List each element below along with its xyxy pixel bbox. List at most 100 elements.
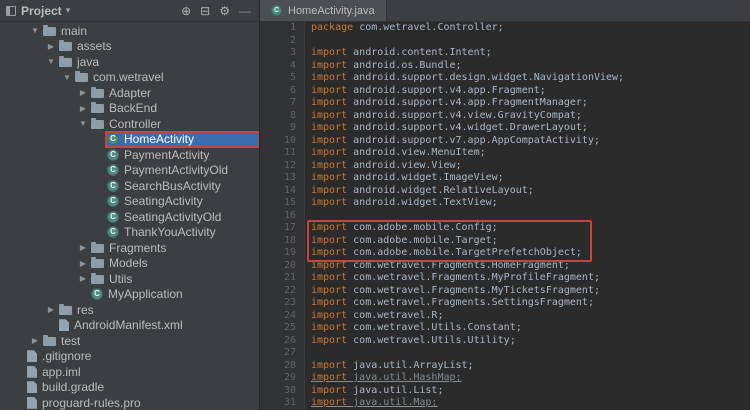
class-icon: C xyxy=(107,149,119,161)
class-icon: C xyxy=(107,226,119,238)
code-text: import java.util.Map; xyxy=(305,397,437,410)
code-line-15[interactable]: 15import android.widget.TextView; xyxy=(260,197,750,210)
chevron-collapsed-icon[interactable]: ▶ xyxy=(76,88,90,97)
code-line-13[interactable]: 13import android.widget.ImageView; xyxy=(260,172,750,185)
code-line-2[interactable]: 2 xyxy=(260,35,750,48)
code-line-19[interactable]: 19import com.adobe.mobile.TargetPrefetch… xyxy=(260,247,750,260)
tree-item-searchbusactivity[interactable]: CSearchBusActivity xyxy=(0,178,259,194)
tree-item-res[interactable]: ▶res xyxy=(0,302,259,318)
chevron-collapsed-icon[interactable]: ▶ xyxy=(76,274,90,283)
code-line-9[interactable]: 9import android.support.v4.widget.Drawer… xyxy=(260,122,750,135)
project-panel: Project ▾ ⊕⊟⚙— ▼main▶assets▼java▼com.wet… xyxy=(0,0,260,410)
tree-item-fragments[interactable]: ▶Fragments xyxy=(0,240,259,256)
tree-item-homeactivity[interactable]: CHomeActivity xyxy=(0,132,259,148)
tree-item-paymentactivity[interactable]: C PaymentActivity xyxy=(0,147,259,163)
tree-item-body: C PaymentActivity xyxy=(106,147,259,163)
tree-item-proguard-rules-pro[interactable]: proguard-rules.pro xyxy=(0,395,259,410)
tree-item-label: Controller xyxy=(109,117,161,131)
tree-item-seatingactivity[interactable]: CSeatingActivity xyxy=(0,194,259,210)
tree-item-label: Models xyxy=(109,256,148,270)
tree-item-test[interactable]: ▶test xyxy=(0,333,259,349)
code-line-25[interactable]: 25import com.wetravel.Utils.Constant; xyxy=(260,322,750,335)
chevron-collapsed-icon[interactable]: ▶ xyxy=(76,259,90,268)
tree-item-label: PaymentActivity xyxy=(124,148,209,162)
line-number: 19 xyxy=(260,247,305,260)
code-line-23[interactable]: 23import com.wetravel.Fragments.Settings… xyxy=(260,297,750,310)
code-text: import android.support.v7.app.AppCompatA… xyxy=(305,135,600,148)
tree-item-backend[interactable]: ▶BackEnd xyxy=(0,101,259,117)
code-editor[interactable]: 1package com.wetravel.Controller;23impor… xyxy=(260,22,750,410)
locate-file-icon[interactable]: ⊕ xyxy=(181,5,191,17)
chevron-expanded-icon[interactable]: ▼ xyxy=(76,119,90,128)
tree-item-java[interactable]: ▼ java xyxy=(0,54,259,70)
tree-item-app-iml[interactable]: app.iml xyxy=(0,364,259,380)
code-line-12[interactable]: 12import android.view.View; xyxy=(260,160,750,173)
code-line-8[interactable]: 8import android.support.v4.view.GravityC… xyxy=(260,110,750,123)
settings-icon[interactable]: ⚙ xyxy=(219,5,230,17)
code-line-28[interactable]: 28import java.util.ArrayList; xyxy=(260,360,750,373)
tree-item-label: assets xyxy=(77,39,112,53)
tree-item-myapplication[interactable]: CMyApplication xyxy=(0,287,259,303)
chevron-expanded-icon[interactable]: ▼ xyxy=(60,73,74,82)
tree-item-body: test xyxy=(42,333,259,349)
code-line-7[interactable]: 7import android.support.v4.app.FragmentM… xyxy=(260,97,750,110)
code-line-5[interactable]: 5import android.support.design.widget.Na… xyxy=(260,72,750,85)
code-text: import com.adobe.mobile.Target; xyxy=(305,235,498,248)
code-line-31[interactable]: 31import java.util.Map; xyxy=(260,397,750,410)
chevron-collapsed-icon[interactable]: ▶ xyxy=(76,243,90,252)
tree-item-utils[interactable]: ▶Utils xyxy=(0,271,259,287)
tree-item-gitignore[interactable]: .gitignore xyxy=(0,349,259,365)
chevron-collapsed-icon[interactable]: ▶ xyxy=(44,305,58,314)
tree-item-androidmanifest-xml[interactable]: AndroidManifest.xml xyxy=(0,318,259,334)
dropdown-caret-icon[interactable]: ▾ xyxy=(66,5,71,16)
hide-panel-icon[interactable]: — xyxy=(239,5,251,17)
code-text: import com.wetravel.Utils.Utility; xyxy=(305,335,516,348)
tree-item-adapter[interactable]: ▶ Adapter xyxy=(0,85,259,101)
tree-item-com-wetravel[interactable]: ▼ com.wetravel xyxy=(0,70,259,86)
code-line-1[interactable]: 1package com.wetravel.Controller; xyxy=(260,22,750,35)
tree-item-label: com.wetravel xyxy=(93,70,164,84)
code-line-6[interactable]: 6import android.support.v4.app.Fragment; xyxy=(260,85,750,98)
tree-item-thankyouactivity[interactable]: CThankYouActivity xyxy=(0,225,259,241)
collapse-all-icon[interactable]: ⊟ xyxy=(200,5,210,17)
file-icon xyxy=(27,397,37,409)
code-line-26[interactable]: 26import com.wetravel.Utils.Utility; xyxy=(260,335,750,348)
tab-homeactivity-java[interactable]: C HomeActivity.java xyxy=(260,0,387,21)
code-line-14[interactable]: 14import android.widget.RelativeLayout; xyxy=(260,185,750,198)
chevron-collapsed-icon[interactable]: ▶ xyxy=(28,336,42,345)
chevron-collapsed-icon[interactable]: ▶ xyxy=(44,42,58,51)
chevron-collapsed-icon[interactable]: ▶ xyxy=(76,104,90,113)
tree-item-assets[interactable]: ▶ assets xyxy=(0,39,259,55)
code-line-18[interactable]: 18import com.adobe.mobile.Target; xyxy=(260,235,750,248)
tree-item-body: res xyxy=(58,302,259,318)
tree-item-controller[interactable]: ▼ Controller xyxy=(0,116,259,132)
code-line-4[interactable]: 4import android.os.Bundle; xyxy=(260,60,750,73)
code-line-29[interactable]: 29import java.util.HashMap; xyxy=(260,372,750,385)
code-line-11[interactable]: 11import android.view.MenuItem; xyxy=(260,147,750,160)
line-number: 5 xyxy=(260,72,305,85)
chevron-expanded-icon[interactable]: ▼ xyxy=(44,57,58,66)
tree-item-main[interactable]: ▼main xyxy=(0,23,259,39)
code-line-21[interactable]: 21import com.wetravel.Fragments.MyProfil… xyxy=(260,272,750,285)
code-line-24[interactable]: 24import com.wetravel.R; xyxy=(260,310,750,323)
code-line-3[interactable]: 3import android.content.Intent; xyxy=(260,47,750,60)
code-text: import java.util.ArrayList; xyxy=(305,360,474,373)
code-line-16[interactable]: 16 xyxy=(260,210,750,223)
tree-item-body: Adapter xyxy=(90,85,259,101)
tree-item-paymentactivityold[interactable]: CPaymentActivityOld xyxy=(0,163,259,179)
project-panel-title[interactable]: Project xyxy=(21,4,62,18)
chevron-expanded-icon[interactable]: ▼ xyxy=(28,26,42,35)
code-line-10[interactable]: 10import android.support.v7.app.AppCompa… xyxy=(260,135,750,148)
tree-item-seatingactivityold[interactable]: CSeatingActivityOld xyxy=(0,209,259,225)
code-line-30[interactable]: 30import java.util.List; xyxy=(260,385,750,398)
code-line-27[interactable]: 27 xyxy=(260,347,750,360)
code-line-20[interactable]: 20import com.wetravel.Fragments.HomeFrag… xyxy=(260,260,750,273)
code-line-17[interactable]: 17import com.adobe.mobile.Config; xyxy=(260,222,750,235)
tree-item-models[interactable]: ▶ Models xyxy=(0,256,259,272)
tree-item-build-gradle[interactable]: build.gradle xyxy=(0,380,259,396)
tree-item-label: Adapter xyxy=(109,86,151,100)
class-icon: C xyxy=(107,180,119,192)
folder-icon xyxy=(75,73,88,82)
tree-item-label: java xyxy=(77,55,99,69)
code-line-22[interactable]: 22import com.wetravel.Fragments.MyTicket… xyxy=(260,285,750,298)
